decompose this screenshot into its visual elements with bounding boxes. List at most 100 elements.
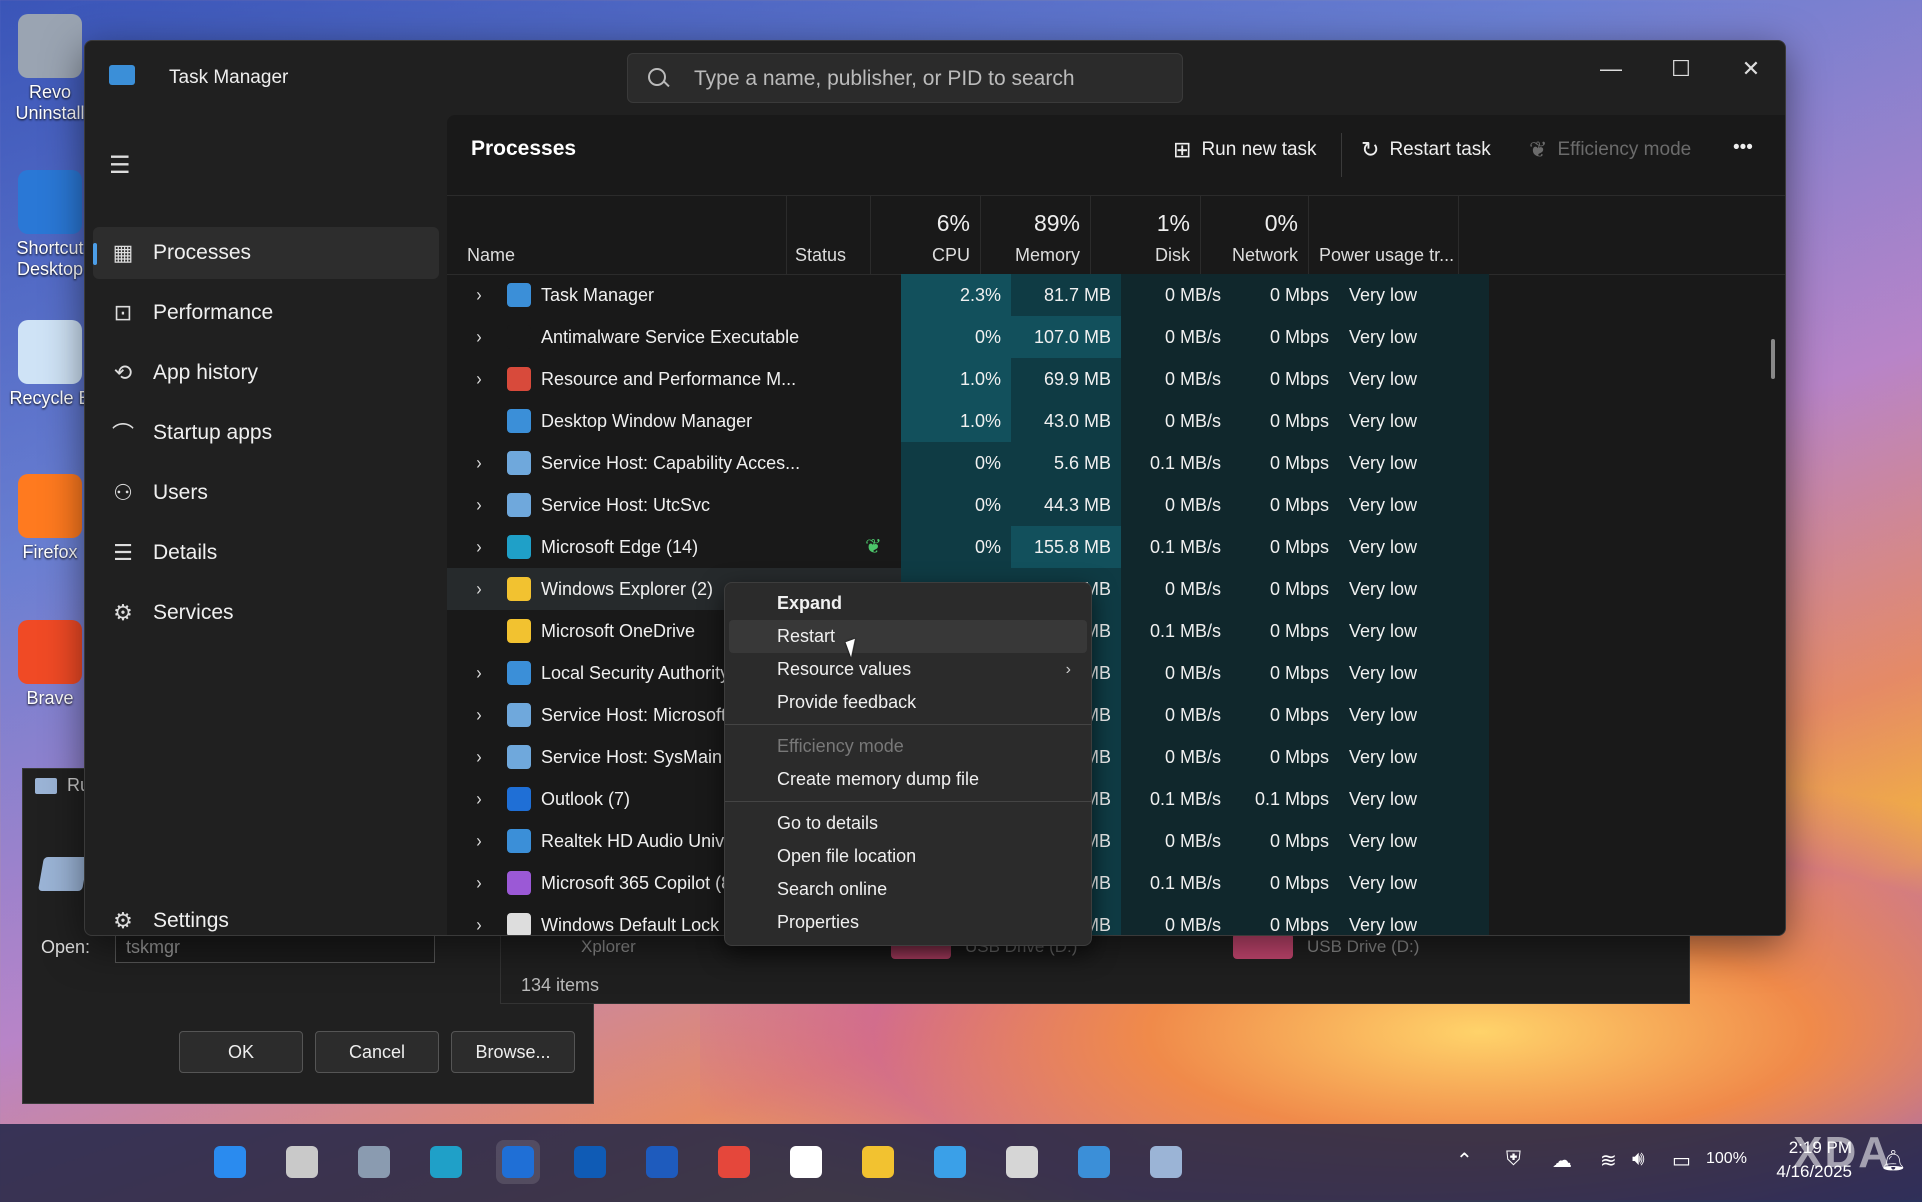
photos-icon[interactable] [928,1140,972,1184]
volume-icon[interactable]: 🔊︎ [1632,1148,1645,1171]
restart-task-button[interactable]: ↻ Restart task [1361,137,1491,163]
nav-item-details[interactable]: ☰ Details [93,527,439,579]
chevron-right-icon[interactable]: › [468,526,490,568]
security-icon[interactable]: ⛨ [1506,1148,1521,1171]
menu-item-expand[interactable]: Expand [729,587,1087,620]
nav-item-label: Details [153,541,218,564]
chevron-right-icon[interactable]: › [468,274,490,316]
hamburger-menu-icon[interactable]: ☰ [109,151,131,180]
power-usage-column-header[interactable]: Power usage tr... [1309,196,1459,274]
menu-item-provide-feedback[interactable]: Provide feedback [729,686,1087,719]
memory-column-header[interactable]: 89% Memory [981,196,1091,274]
resource-monitor-icon[interactable] [1000,1140,1044,1184]
run-new-task-button[interactable]: ⊞ Run new task [1173,137,1317,163]
table-row[interactable]: › Antimalware Service Executable 0% 107.0 M… [447,316,1489,358]
chevron-right-icon[interactable]: › [468,694,490,736]
power-usage-cell: Very low [1339,400,1489,442]
ok-button[interactable]: OK [179,1031,303,1073]
menu-item-resource-values[interactable]: Resource values › [729,653,1087,686]
task-view-icon[interactable] [280,1140,324,1184]
process-name: Service Host: UtcSvc [541,495,711,515]
drive-label-2[interactable]: USB Drive (D:) [1307,937,1419,957]
more-options-button[interactable]: ••• [1733,137,1753,159]
taskbar: ⌃ ⛨ ☁ ≋ 🔊︎ ▭ 100% 2:19 PM 4/16/2025 🔔︎ X… [0,1124,1922,1202]
word-icon[interactable] [640,1140,684,1184]
menu-item-restart[interactable]: Restart [729,620,1087,653]
process-icon [507,703,531,727]
cancel-button[interactable]: Cancel [315,1031,439,1073]
menu-item-open-file-location[interactable]: Open file location [729,840,1087,873]
chevron-right-icon[interactable]: › [468,736,490,778]
settings-nav-item[interactable]: ⚙ Settings [93,895,439,935]
7zip-icon[interactable] [784,1140,828,1184]
nav-item-services[interactable]: ⚙ Services [93,587,439,639]
search-input[interactable] [692,54,1176,104]
efficiency-mode-button[interactable]: ❦ Efficiency mode [1529,137,1691,163]
process-name-cell: › Microsoft Edge (14) [467,526,837,568]
chrome-icon[interactable] [712,1140,756,1184]
nav-item-app-history[interactable]: ⟲ App history [93,347,439,399]
file-explorer-icon[interactable] [856,1140,900,1184]
cpu-cell: 0% [901,484,1011,526]
outlook-new-icon[interactable] [496,1140,540,1184]
status-column-header[interactable]: Status [787,196,871,274]
menu-item-go-to-details[interactable]: Go to details [729,807,1087,840]
explorer-item[interactable]: Xplorer [581,937,636,957]
outlook-icon[interactable] [568,1140,612,1184]
power-usage-cell: Very low [1339,442,1489,484]
power-usage-cell: Very low [1339,358,1489,400]
wifi-icon[interactable]: ≋ [1600,1148,1617,1173]
maximize-icon[interactable]: ☐ [1651,49,1711,89]
chevron-right-icon[interactable]: › [468,862,490,904]
chevron-right-icon[interactable]: › [468,778,490,820]
desktop-shortcut-icon [18,620,82,684]
disk-cell: 0 MB/s [1121,736,1231,778]
menu-item-efficiency-mode: Efficiency mode [777,736,904,756]
menu-item-create-dump[interactable]: Create memory dump file [729,763,1087,796]
table-row[interactable]: › Microsoft Edge (14) ❦ 0% 155.8 MB 0.1 MB/s 0… [447,526,1489,568]
sidebar: ☰ ▦ Processes ⊡ Performance ⟲ App history ⌒ Sta… [85,115,447,935]
disk-column-header[interactable]: 1% Disk [1091,196,1201,274]
start-icon[interactable] [208,1140,252,1184]
onedrive-icon[interactable]: ☁ [1552,1148,1572,1173]
chevron-right-icon[interactable]: › [468,904,490,935]
chevron-up-icon[interactable]: ⌃ [1456,1148,1473,1173]
network-cell: 0 Mbps [1231,610,1339,652]
network-cell: 0 Mbps [1231,526,1339,568]
chevron-right-icon[interactable]: › [468,820,490,862]
task-manager-icon[interactable] [1072,1140,1116,1184]
chevron-right-icon[interactable]: › [468,358,490,400]
edge-icon[interactable] [424,1140,468,1184]
chevron-right-icon[interactable]: › [468,442,490,484]
table-row[interactable]: Desktop Window Manager 1.0% 43.0 MB 0 MB/s 0… [447,400,1489,442]
nav-item-startup-apps[interactable]: ⌒ Startup apps [93,407,439,459]
services-icon: ⚙ [113,600,133,625]
cpu-column-header[interactable]: 6% CPU [871,196,981,274]
menu-item-properties[interactable]: Properties [729,906,1087,939]
menu-item-search-online[interactable]: Search online [729,873,1087,906]
efficiency-leaf-icon: ❦ [865,536,882,558]
settings-app-icon[interactable] [352,1140,396,1184]
nav-item-processes[interactable]: ▦ Processes [93,227,439,279]
close-icon[interactable]: ✕ [1721,49,1781,89]
nav-item-users[interactable]: ⚇ Users [93,467,439,519]
name-column-header[interactable]: Name [447,196,787,274]
chevron-right-icon[interactable]: › [468,652,490,694]
table-row[interactable]: › Service Host: Capability Acces... 0% 5.6 … [447,442,1489,484]
browse-button[interactable]: Browse... [451,1031,575,1073]
network-cell: 0 Mbps [1231,904,1339,935]
chevron-right-icon[interactable]: › [468,568,490,610]
chevron-right-icon[interactable]: › [468,484,490,526]
nav-item-performance[interactable]: ⊡ Performance [93,287,439,339]
network-column-header[interactable]: 0% Network [1201,196,1309,274]
minimize-icon[interactable]: — [1581,49,1641,89]
battery-icon[interactable]: ▭ [1672,1148,1691,1173]
table-row[interactable]: › Service Host: UtcSvc 0% 44.3 MB 0 MB/s 0 Mb… [447,484,1489,526]
scrollbar[interactable] [1771,339,1775,379]
network-cell: 0 Mbps [1231,442,1339,484]
table-row[interactable]: › Task Manager 2.3% 81.7 MB 0 MB/s 0 Mbps Very… [447,274,1489,316]
chevron-right-icon[interactable]: › [468,316,490,358]
table-row[interactable]: › Resource and Performance M... 1.0% 69.9 M… [447,358,1489,400]
run-icon[interactable] [1144,1140,1188,1184]
search-box[interactable] [627,53,1183,104]
